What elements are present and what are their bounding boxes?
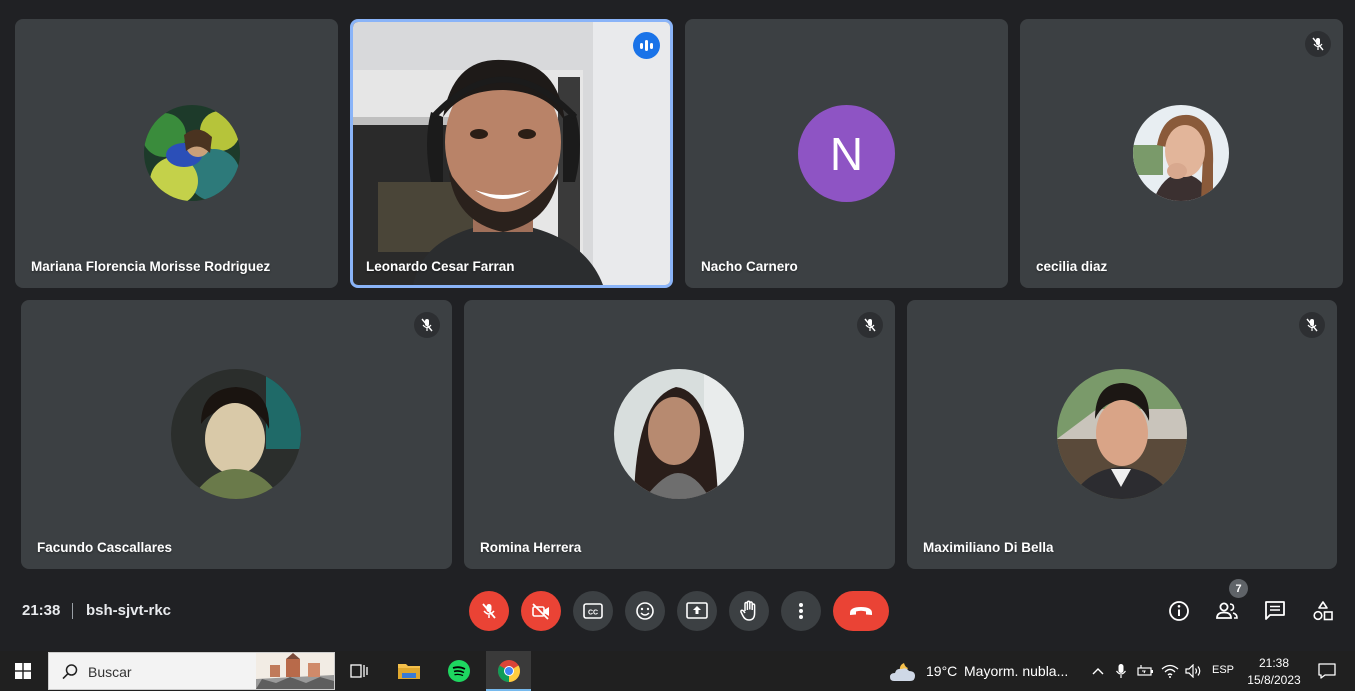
taskbar-search-box[interactable]: Buscar [48,652,335,690]
chevron-up-icon [1092,668,1104,675]
participant-name: Facundo Cascallares [37,540,173,555]
participant-avatar [1133,105,1229,201]
folder-icon [398,664,420,679]
participant-tile-facundo[interactable]: Facundo Cascallares [21,300,452,569]
participant-name: cecilia diaz [1036,259,1108,274]
show-hidden-icons-button[interactable] [1089,651,1107,691]
clock-time: 21:38 [1258,656,1290,670]
input-language-indicator[interactable]: ESP [1212,664,1234,676]
clock-date: 15/8/2023 [1247,673,1301,687]
hang-up-icon [850,607,872,615]
participant-avatar [171,369,301,499]
meeting-time: 21:38 [22,602,61,619]
meeting-details-button[interactable] [1166,598,1192,624]
chrome-icon [497,660,520,682]
search-placeholder: Buscar [88,664,132,680]
participant-name: Romina Herrera [480,540,582,555]
spotify-button[interactable] [436,651,482,691]
more-options-button[interactable] [781,591,821,631]
people-button[interactable] [1214,598,1240,624]
participant-tile-maximiliano[interactable]: Maximiliano Di Bella [907,300,1337,569]
chat-icon [1265,601,1285,620]
spotify-icon [448,660,470,682]
cloudy-night-icon [890,663,915,681]
participant-name: Leonardo Cesar Farran [366,259,515,274]
participant-avatar [614,369,744,499]
search-icon [62,664,78,680]
speaker-icon [1185,664,1201,678]
emoji-icon [636,602,654,620]
present-button[interactable] [677,591,717,631]
participant-tile-mariana[interactable]: Mariana Florencia Morisse Rodriguez [15,19,338,288]
wifi-icon [1161,664,1179,678]
weather-temperature: 19°C [926,663,958,679]
volume-tray-icon[interactable] [1184,651,1204,691]
chrome-button[interactable] [486,651,531,691]
notification-icon [1318,663,1336,679]
windows-logo-icon [15,663,31,679]
mic-muted-icon [1305,31,1331,57]
task-view-icon [350,664,368,678]
participant-tile-leonardo[interactable]: Leonardo Cesar Farran [350,19,673,288]
leave-call-button[interactable] [833,591,889,631]
wifi-tray-icon[interactable] [1160,651,1180,691]
mic-muted-icon [1299,312,1325,338]
weather-widget[interactable]: 19°C Mayorm. nubla... [888,651,1078,691]
microphone-icon [1116,664,1126,678]
closed-captions-icon: CC [583,603,603,619]
info-icon [1169,601,1189,621]
notifications-button[interactable] [1313,651,1341,691]
raise-hand-button[interactable] [729,591,769,631]
microphone-tray-icon[interactable] [1112,651,1130,691]
participant-name: Nacho Carnero [701,259,798,274]
participant-video [353,22,670,285]
participant-avatar [144,105,240,201]
weather-description: Mayorm. nubla... [964,663,1069,679]
participant-avatar: N [798,105,895,202]
windows-taskbar: Buscar 19°C Mayorm. nubla... ESP 21:38 1… [0,651,1355,691]
taskbar-clock[interactable]: 21:38 15/8/2023 [1244,653,1304,689]
participant-count-badge: 7 [1229,579,1248,598]
battery-charging-icon [1137,665,1153,676]
camera-off-icon [532,603,549,620]
participant-tile-cecilia[interactable]: cecilia diaz [1020,19,1343,288]
activities-button[interactable] [1310,598,1336,624]
camera-toggle-button[interactable] [521,591,561,631]
task-view-button[interactable] [343,651,375,691]
chat-button[interactable] [1262,598,1288,624]
windows-start-button[interactable] [0,651,46,691]
participant-tile-romina[interactable]: Romina Herrera [464,300,895,569]
speaking-indicator-icon [633,32,660,59]
participant-name: Mariana Florencia Morisse Rodriguez [31,259,271,274]
mic-muted-icon [414,312,440,338]
meeting-code: bsh-sjvt-rkc [86,602,172,619]
reactions-button[interactable] [625,591,665,631]
present-screen-icon [686,602,708,619]
search-highlight-image [256,653,334,689]
activities-icon [1313,601,1333,621]
raise-hand-icon [740,600,756,621]
mic-toggle-button[interactable] [469,591,509,631]
participant-avatar [1057,369,1187,499]
mic-muted-icon [857,312,883,338]
people-icon [1216,602,1238,619]
participant-tile-nacho[interactable]: N Nacho Carnero [685,19,1008,288]
divider [72,603,73,619]
captions-button[interactable]: CC [573,591,613,631]
participant-name: Maximiliano Di Bella [923,540,1054,555]
mic-off-icon [482,603,496,619]
file-explorer-button[interactable] [386,651,432,691]
more-vertical-icon [799,603,803,619]
battery-tray-icon[interactable] [1136,651,1156,691]
svg-text:CC: CC [588,610,598,617]
